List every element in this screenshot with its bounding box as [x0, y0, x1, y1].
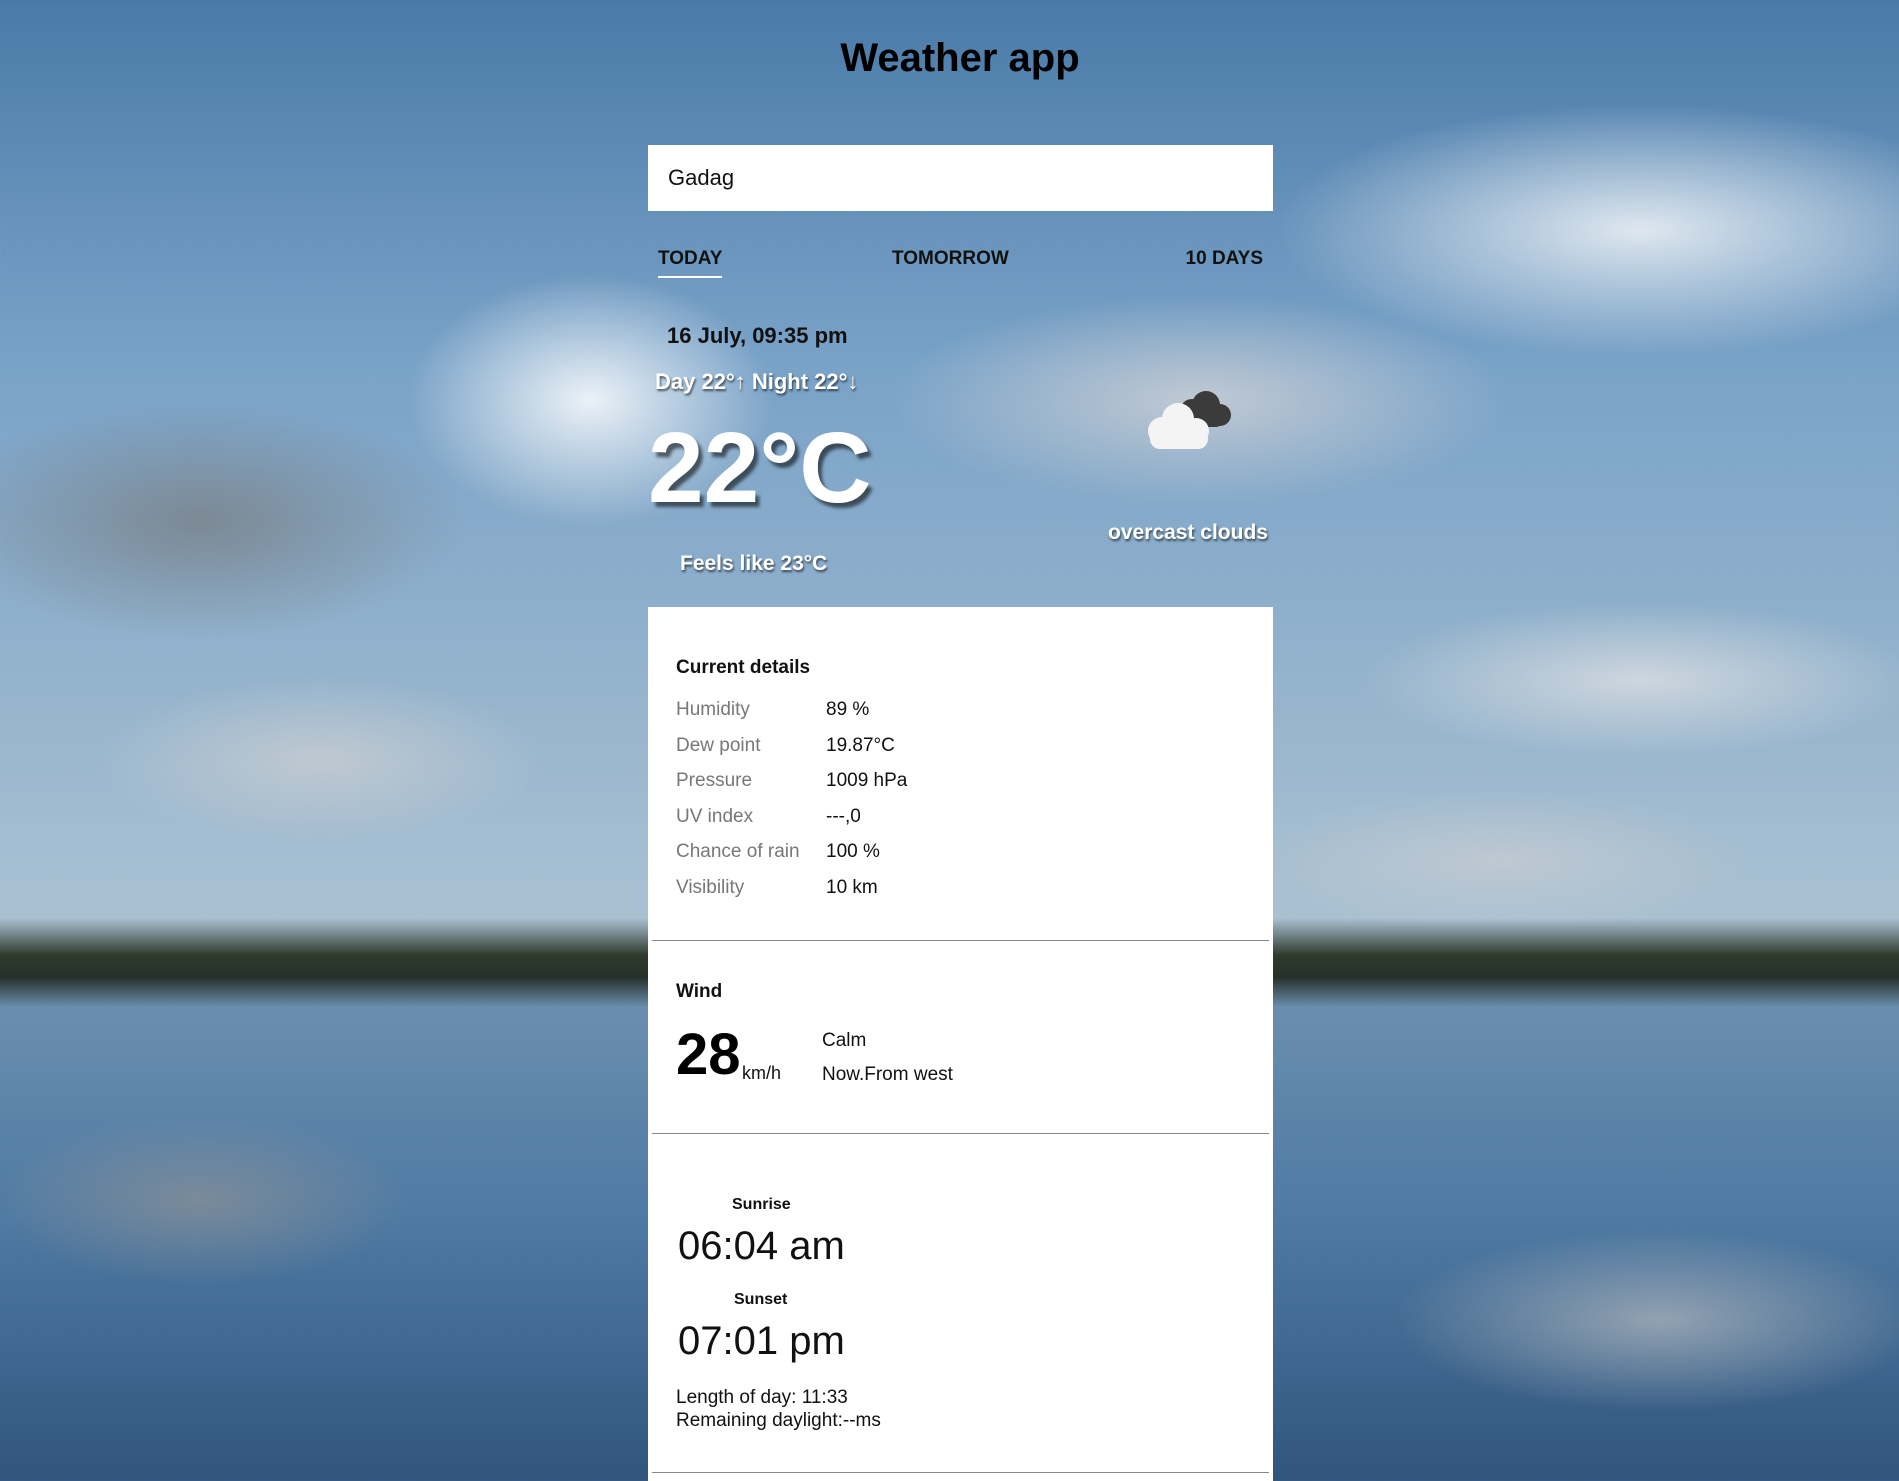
details-panel: Current details Humidity 89 % Dew point …: [648, 607, 1273, 1481]
feels-like: Feels like 23°C: [680, 552, 828, 575]
detail-label: Visibility: [676, 877, 745, 898]
detail-label: Pressure: [676, 770, 753, 791]
wind-speed: 28: [676, 1022, 741, 1087]
current-details-title: Current details: [676, 657, 811, 678]
tab-tomorrow[interactable]: TOMORROW: [892, 248, 1009, 276]
length-of-day: Length of day: 11:33: [676, 1387, 848, 1408]
current-date: 16 July, 09:35 pm: [667, 323, 848, 348]
detail-value: 100 %: [826, 841, 880, 862]
section-divider: [652, 940, 1269, 941]
app-title: Weather app: [840, 36, 1080, 80]
detail-label: Dew point: [676, 735, 761, 756]
sunrise-time: 06:04 am: [678, 1224, 845, 1268]
detail-label: Humidity: [676, 699, 750, 720]
current-temperature: 22°C: [648, 412, 872, 524]
remaining-daylight: Remaining daylight:--ms: [676, 1410, 881, 1431]
wind-direction: Now.From west: [822, 1064, 953, 1085]
weather-condition: overcast clouds: [1108, 521, 1268, 544]
detail-label: UV index: [676, 806, 754, 827]
tab-10-days[interactable]: 10 DAYS: [1186, 248, 1263, 276]
sunset-time: 07:01 pm: [678, 1319, 845, 1363]
sunrise-label: Sunrise: [732, 1196, 791, 1213]
section-divider: [652, 1472, 1269, 1473]
detail-value: 19.87°C: [826, 735, 895, 756]
detail-value: ---,0: [826, 806, 861, 827]
wind-description: Calm: [822, 1030, 867, 1051]
forecast-tabs: TODAY TOMORROW 10 DAYS: [648, 248, 1273, 284]
overcast-cloud-icon: [1148, 391, 1231, 449]
day-night-temps: Day 22°↑ Night 22°↓: [655, 369, 859, 394]
sunset-label: Sunset: [734, 1291, 788, 1308]
detail-value: 89 %: [826, 699, 870, 720]
wind-title: Wind: [676, 981, 723, 1002]
wind-unit: km/h: [742, 1063, 782, 1083]
city-search-input[interactable]: [648, 145, 1273, 211]
tab-today[interactable]: TODAY: [658, 248, 723, 278]
detail-value: 1009 hPa: [826, 770, 908, 791]
detail-label: Chance of rain: [676, 841, 800, 862]
section-divider: [652, 1133, 1269, 1134]
weather-page: { "header": { "title": "Weather app" }, …: [0, 0, 1899, 1481]
detail-value: 10 km: [826, 877, 878, 898]
